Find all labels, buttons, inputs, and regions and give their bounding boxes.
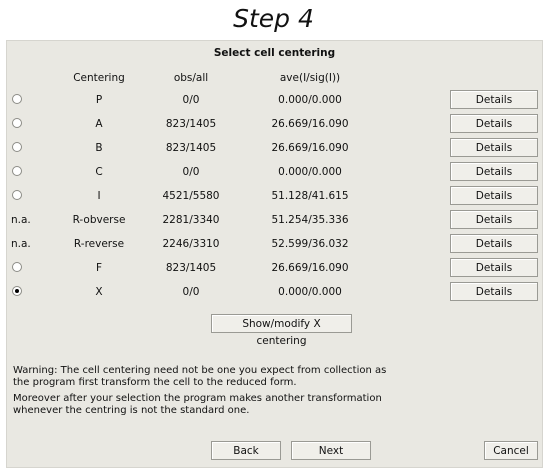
obs-all-value: 823/1405 (165, 142, 217, 154)
note-line-2: whenever the centring is not the standar… (13, 405, 250, 416)
warning-text: Warning: The cell centering need not be … (13, 365, 433, 389)
details-button[interactable]: Details (450, 282, 538, 301)
next-button[interactable]: Next (291, 441, 371, 460)
obs-all-value: 0/0 (182, 286, 200, 298)
table-row: P 0/0 0.000/0.000 Details (7, 90, 542, 110)
details-button[interactable]: Details (450, 138, 538, 157)
centering-radio[interactable] (12, 94, 22, 104)
table-row: A 823/1405 26.669/16.090 Details (7, 114, 542, 134)
note-text: Moreover after your selection the progra… (13, 393, 433, 417)
centering-value: R-reverse (73, 238, 125, 250)
obs-all-value: 0/0 (182, 166, 200, 178)
cancel-button[interactable]: Cancel (484, 441, 538, 460)
table-row: B 823/1405 26.669/16.090 Details (7, 138, 542, 158)
table-row: F 823/1405 26.669/16.090 Details (7, 258, 542, 278)
centering-radio[interactable] (12, 142, 22, 152)
back-button[interactable]: Back (211, 441, 281, 460)
header-ave: ave(I/sig(I)) (279, 72, 341, 84)
table-row: X 0/0 0.000/0.000 Details (7, 282, 542, 302)
details-button[interactable]: Details (450, 258, 538, 277)
show-modify-x-centering-button[interactable]: Show/modify X centering (211, 314, 352, 347)
ave-value: 0.000/0.000 (278, 94, 342, 106)
table-row: I 4521/5580 51.128/41.615 Details (7, 186, 542, 206)
not-available-label: n.a. (11, 238, 31, 250)
panel-title: Select cell centering (213, 47, 336, 59)
warning-line-1: Warning: The cell centering need not be … (13, 365, 387, 376)
obs-all-value: 2281/3340 (162, 214, 220, 226)
details-button[interactable]: Details (450, 114, 538, 133)
not-available-label: n.a. (11, 214, 31, 226)
obs-all-value: 4521/5580 (162, 190, 220, 202)
details-button[interactable]: Details (450, 90, 538, 109)
ave-value: 26.669/16.090 (271, 142, 349, 154)
obs-all-value: 823/1405 (165, 262, 217, 274)
note-line-1: Moreover after your selection the progra… (13, 393, 382, 404)
table-row: n.a. R-obverse 2281/3340 51.254/35.336 Detai… (7, 210, 542, 230)
details-button[interactable]: Details (450, 234, 538, 253)
centering-value: C (95, 166, 103, 178)
centering-value: P (95, 94, 103, 106)
centering-value: A (95, 118, 103, 130)
centering-value: I (97, 190, 101, 202)
ave-value: 26.669/16.090 (271, 262, 349, 274)
centering-radio[interactable] (12, 190, 22, 200)
ave-value: 26.669/16.090 (271, 118, 349, 130)
table-row: n.a. R-reverse 2246/3310 52.599/36.032 Detai… (7, 234, 542, 254)
header-obs-all: obs/all (173, 72, 209, 84)
ave-value: 0.000/0.000 (278, 166, 342, 178)
ave-value: 0.000/0.000 (278, 286, 342, 298)
step-title: Step 4 (233, 4, 314, 33)
warning-line-2: the program first transform the cell to … (13, 377, 297, 388)
details-button[interactable]: Details (450, 210, 538, 229)
details-button[interactable]: Details (450, 186, 538, 205)
centering-radio[interactable] (12, 286, 22, 296)
centering-radio[interactable] (12, 166, 22, 176)
header-centering: Centering (73, 72, 125, 84)
centering-value: X (95, 286, 103, 298)
obs-all-value: 2246/3310 (162, 238, 220, 250)
centering-value: R-obverse (72, 214, 126, 226)
details-button[interactable]: Details (450, 162, 538, 181)
ave-value: 52.599/36.032 (271, 238, 349, 250)
obs-all-value: 0/0 (182, 94, 200, 106)
select-cell-centering-panel: Select cell centering Centering obs/all … (6, 40, 543, 468)
table-row: C 0/0 0.000/0.000 Details (7, 162, 542, 182)
obs-all-value: 823/1405 (165, 118, 217, 130)
centering-value: F (95, 262, 103, 274)
centering-radio[interactable] (12, 262, 22, 272)
centering-radio[interactable] (12, 118, 22, 128)
ave-value: 51.254/35.336 (271, 214, 349, 226)
centering-value: B (95, 142, 103, 154)
ave-value: 51.128/41.615 (271, 190, 349, 202)
